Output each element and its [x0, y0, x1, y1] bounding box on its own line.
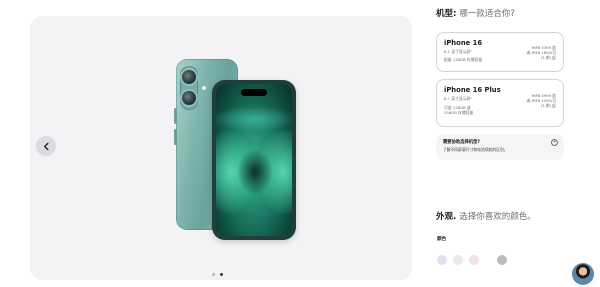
pagination-dot-active[interactable] — [220, 273, 223, 276]
color-swatch[interactable] — [497, 255, 507, 265]
wallpaper-shape — [238, 150, 272, 194]
phone-front-image — [212, 80, 296, 240]
help-title: 需要协助选择机型? — [443, 140, 480, 145]
color-swatch[interactable] — [453, 255, 463, 265]
chat-specialist-avatar[interactable] — [572, 263, 594, 285]
camera-module — [180, 66, 198, 110]
price-line: (3 期) 起 — [540, 103, 556, 108]
dynamic-island — [241, 89, 267, 96]
color-swatch[interactable] — [469, 255, 479, 265]
swatch-gap — [485, 255, 491, 265]
help-text: 了解不同屏幕尺寸和电池续航的区别。 — [443, 147, 508, 152]
color-label: 颜色 — [437, 237, 447, 242]
color-swatch[interactable] — [437, 255, 447, 265]
pagination-dot[interactable] — [212, 273, 215, 276]
model-price: RMB 5399 起 或 RMB 1800/月 (3 期) 起 — [527, 45, 556, 60]
product-gallery — [30, 16, 412, 280]
plus-circle-icon[interactable]: + — [551, 139, 558, 146]
chevron-left-icon — [43, 142, 49, 150]
model-section-title: 机型 — [436, 9, 454, 19]
camera-flash — [202, 86, 206, 90]
model-price: RMB 5999 起 或 RMB 2000/月 (3 期) 起 — [527, 93, 556, 108]
finish-section-subtitle: 选择你喜欢的颜色。 — [459, 212, 536, 222]
model-option-iphone-16-plus[interactable]: iPhone 16 Plus 6.7 英寸显示屏¹ 可选 128GB 或 256… — [436, 79, 564, 127]
previous-image-button[interactable] — [36, 136, 56, 156]
wallpaper-shape — [216, 106, 292, 132]
phone-side-button — [174, 108, 177, 124]
model-section-heading: 机型: 哪一款适合你? — [436, 7, 515, 19]
model-option-iphone-16[interactable]: iPhone 16 6.1 英寸显示屏¹ 配备 128GB 存储容量 RMB 5… — [436, 32, 564, 72]
finish-section-heading: 外观. 选择你喜欢的颜色。 — [436, 210, 536, 222]
phone-side-button — [174, 129, 177, 145]
model-help-box: 需要协助选择机型? 了解不同屏幕尺寸和电池续航的区别。 + — [436, 134, 564, 160]
gallery-pagination — [212, 273, 223, 276]
model-storage-line-2: 256GB 存储容量 — [444, 110, 474, 115]
finish-section-title: 外观 — [436, 212, 454, 222]
color-swatches — [437, 255, 507, 265]
price-line: (3 期) 起 — [540, 55, 556, 60]
camera-lens — [182, 70, 196, 84]
camera-lens — [182, 91, 196, 105]
model-section-subtitle: 哪一款适合你? — [459, 9, 515, 19]
phone-screen — [216, 84, 292, 236]
